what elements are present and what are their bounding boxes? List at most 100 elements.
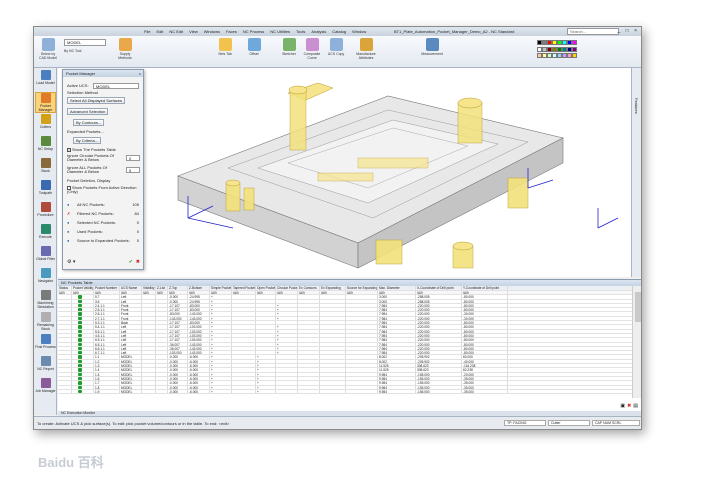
ignore-circular-input[interactable]: 0 (126, 155, 140, 161)
table-scrollbar[interactable] (632, 286, 641, 398)
sets-tab-button[interactable]: Sets Tab (214, 38, 236, 56)
window-controls[interactable]: _ □ × (618, 28, 640, 34)
table-cell: 7.984 (378, 346, 416, 351)
table-cell: Left (120, 299, 142, 303)
measurement-button[interactable]: Measurement (419, 38, 445, 56)
table-cell (142, 368, 156, 372)
pocket-status-icon: ● (67, 229, 70, 234)
toolbar-item[interactable]: Remaining Stock (35, 312, 56, 331)
menu-item[interactable]: Catalog (332, 29, 346, 34)
table-buttons[interactable]: ▣✖▤ (620, 403, 640, 409)
manufacture-attributes-button[interactable]: Manufacture Attributes (352, 38, 380, 60)
select-all-surfaces-button[interactable]: Select All Displayed Surfaces (67, 97, 126, 104)
toolbar-item[interactable]: Load Model (35, 70, 56, 85)
toolbar-item[interactable]: Post Process (35, 334, 56, 349)
features-side-tab[interactable]: Features (631, 68, 641, 277)
table-cell: + (210, 389, 232, 394)
ucs-copy-button[interactable]: UCS Copy (326, 38, 346, 56)
toolbar-item[interactable]: Pocket Manager (35, 92, 56, 113)
scrollbar-thumb[interactable] (635, 292, 641, 322)
show-from-direction-checkbox[interactable]: Show Pockets From Active Direction (Only… (67, 186, 141, 194)
menu-item[interactable]: Window (352, 29, 366, 34)
search-input[interactable]: Search... (567, 28, 619, 35)
table-cell: -35.000 (462, 389, 508, 394)
show-pockets-table-checkbox[interactable]: ✓Show The Pockets Table (67, 147, 116, 152)
tool-icon (40, 290, 51, 300)
table-cell: -80.000 (462, 329, 508, 333)
toolbar-item[interactable]: Toolpath (35, 180, 56, 195)
active-ucs-combo[interactable]: MODEL (93, 83, 139, 89)
composite-curve-button[interactable]: Composite Curve (300, 38, 324, 60)
toolbar-item[interactable]: NC Report (35, 356, 56, 371)
menu-item[interactable]: NC Edit (169, 29, 183, 34)
toolbar-item[interactable]: Execute (35, 224, 56, 239)
column-header: Visibility (143, 286, 156, 290)
color-swatch[interactable] (572, 46, 577, 52)
valid-check-icon (78, 372, 82, 376)
export-icon[interactable]: ▤ (633, 403, 640, 409)
table-cell: + (210, 312, 232, 316)
table-cell (346, 342, 378, 346)
validity-cell (72, 308, 94, 312)
active-ucs-label: Active UCS: (67, 83, 89, 88)
color-swatch[interactable] (572, 53, 577, 59)
toolbar-item[interactable]: Cutters (35, 114, 56, 129)
by-nc-tool-button[interactable]: By NC Tool (64, 49, 104, 53)
table-cell: -116.238 (462, 364, 508, 368)
table-cell (142, 385, 156, 389)
options-icon[interactable]: ⚙ ▾ (67, 259, 75, 265)
nc-pockets-table[interactable]: Status Pocket Validity Pocket Number UCS Na… (58, 286, 632, 412)
table-cell: Left (120, 338, 142, 342)
toolbar-item[interactable]: Machining Simulation (35, 290, 56, 309)
menu-item[interactable]: File (144, 29, 150, 34)
by-criteria-button[interactable]: By Criteria... (73, 137, 102, 144)
table-cell (256, 303, 276, 308)
menu-item[interactable]: View (189, 29, 198, 34)
menu-item[interactable]: Tools (296, 29, 305, 34)
menu-item[interactable]: Edit (156, 29, 163, 34)
toolbar-item[interactable]: Navigator (35, 268, 56, 283)
table-cell: -0.000 (168, 299, 188, 303)
table-cell: -17.107 (168, 338, 188, 342)
select-by-cad-button[interactable]: Select by CAD Model (37, 38, 59, 60)
table-cell: -155.000 (416, 372, 462, 376)
ok-icon[interactable]: ✔ (129, 259, 133, 265)
table-cell (276, 381, 298, 385)
model-combo[interactable]: MODEL (64, 39, 106, 46)
table-cell (142, 389, 156, 394)
by-contours-button[interactable]: By Contours... (73, 119, 105, 126)
ignore-all-input[interactable]: 5 (126, 167, 140, 173)
table-cell: + (276, 308, 298, 312)
menu-item[interactable]: Analysis (311, 29, 326, 34)
attributes-icon (359, 38, 373, 51)
highlight-pocket (507, 177, 529, 209)
table-row[interactable]: 1.9 MODEL -0.000 -6.000 + +9.984 -155.000 -35.0… (58, 389, 632, 395)
toolbar-item[interactable]: Job Manager (35, 378, 56, 393)
sketcher-button[interactable]: Sketcher (278, 38, 300, 56)
color-palette[interactable] (537, 40, 577, 60)
toolbar-item[interactable]: Global Filter (35, 246, 56, 261)
color-swatch[interactable] (572, 40, 577, 45)
advanced-selection-button[interactable]: Advanced Selection (67, 108, 109, 115)
3d-viewport[interactable] (58, 68, 633, 277)
close-icon[interactable]: × (139, 70, 141, 77)
table-cell (256, 333, 276, 338)
menu-item[interactable]: NC Process (243, 29, 264, 34)
supply-methods-button[interactable]: Supply Methods (114, 38, 136, 60)
table-cell: -0.000 (168, 359, 188, 364)
toolbar-item[interactable]: Stock (35, 158, 56, 173)
table-cell: -103.000 (188, 338, 210, 342)
offset-button[interactable]: Offset (244, 38, 264, 56)
table-cell: Left (120, 346, 142, 351)
toolbar-item[interactable]: NC Setup (35, 136, 56, 151)
menu-item[interactable]: Windows (204, 29, 220, 34)
table-cell: -220.000 (416, 316, 462, 321)
table-cell (346, 381, 378, 385)
menu-item[interactable]: NC Utilities (270, 29, 290, 34)
menu-item[interactable]: Faces (226, 29, 237, 34)
cancel-icon[interactable]: ✖ (136, 259, 140, 265)
table-cell (142, 325, 156, 329)
toolbar-item[interactable]: Procedure (35, 202, 56, 217)
table-cell (232, 355, 256, 359)
validity-cell (72, 329, 94, 333)
